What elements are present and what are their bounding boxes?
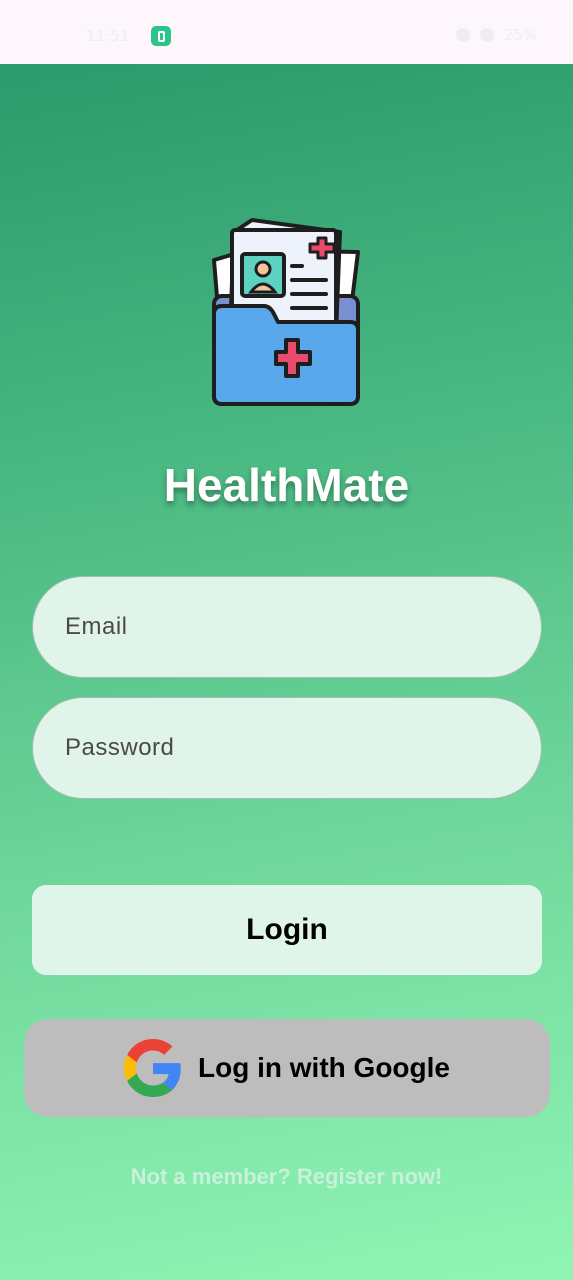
email-field[interactable] <box>32 576 542 678</box>
google-button-label: Log in with Google <box>198 1052 450 1083</box>
password-field[interactable] <box>32 697 542 799</box>
google-logo-icon <box>124 1039 181 1097</box>
app-title: HealthMate <box>163 459 410 511</box>
login-button[interactable]: Login <box>32 885 542 975</box>
status-time: 11:51 <box>86 27 130 45</box>
password-input[interactable] <box>65 734 541 762</box>
email-input[interactable] <box>65 613 541 641</box>
battery-saver-icon <box>151 26 172 46</box>
wifi-icon <box>479 28 494 42</box>
status-bar: 11:51 25% <box>0 0 573 64</box>
alarm-icon <box>455 28 470 42</box>
battery-percent: 25% <box>503 26 537 44</box>
register-link[interactable]: Not a member? Register now! <box>0 1164 573 1190</box>
status-right: 25% <box>455 26 537 44</box>
google-login-button[interactable]: Log in with Google <box>24 1019 550 1117</box>
medical-records-folder-icon <box>212 218 360 406</box>
status-left: 11:51 <box>86 26 172 46</box>
